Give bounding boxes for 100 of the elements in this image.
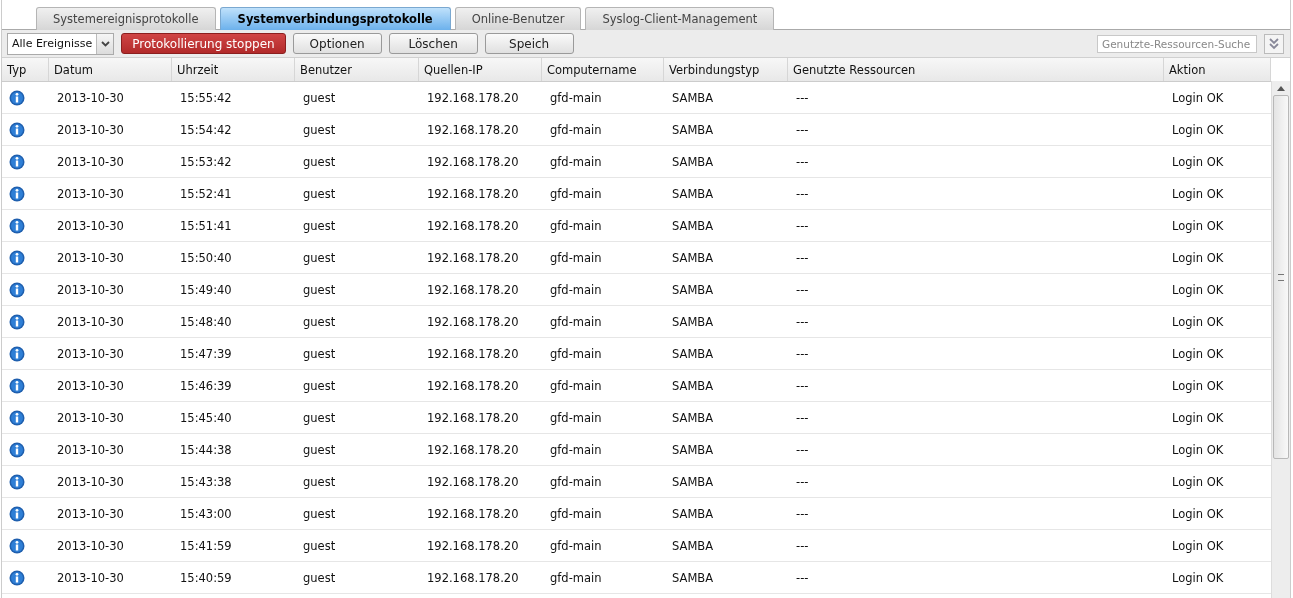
table-cell: guest xyxy=(303,154,336,169)
tab[interactable]: Systemverbindungsprotokolle xyxy=(219,7,451,30)
table-cell: --- xyxy=(796,314,809,329)
column-header[interactable]: Uhrzeit xyxy=(172,58,295,81)
table-cell: 15:52:41 xyxy=(180,186,232,201)
column-header[interactable]: Quellen-IP xyxy=(419,58,542,81)
table-cell: gfd-main xyxy=(550,378,602,393)
info-icon xyxy=(9,474,25,490)
table-cell: 2013-10-30 xyxy=(57,90,124,105)
table-cell: guest xyxy=(303,378,336,393)
table-cell: 192.168.178.20 xyxy=(427,346,519,361)
tab[interactable]: Online-Benutzer xyxy=(454,7,582,30)
table-cell: 2013-10-30 xyxy=(57,314,124,329)
table-cell: SAMBA xyxy=(672,538,714,553)
table-cell: SAMBA xyxy=(672,570,714,585)
table-cell: 2013-10-30 xyxy=(57,410,124,425)
table-cell: --- xyxy=(796,570,809,585)
table-cell: guest xyxy=(303,282,336,297)
table-cell: 2013-10-30 xyxy=(57,378,124,393)
column-header[interactable]: Benutzer xyxy=(295,58,419,81)
scrollbar[interactable] xyxy=(1271,81,1290,598)
column-header[interactable]: Verbindungstyp xyxy=(664,58,788,81)
toolbar-button[interactable]: Löschen xyxy=(388,33,478,54)
table-cell: Login OK xyxy=(1172,186,1224,201)
up-arrow-icon[interactable] xyxy=(1277,86,1285,91)
search-field[interactable]: Genutzte-Ressourcen-Suche xyxy=(1097,34,1257,53)
table-cell: Login OK xyxy=(1172,122,1224,137)
table-cell: 192.168.178.20 xyxy=(427,90,519,105)
table-cell: 192.168.178.20 xyxy=(427,154,519,169)
table-cell: 192.168.178.20 xyxy=(427,474,519,489)
table-cell: --- xyxy=(796,378,809,393)
info-icon xyxy=(9,378,25,394)
table-cell: --- xyxy=(796,186,809,201)
table-cell: 192.168.178.20 xyxy=(427,218,519,233)
table-cell: 2013-10-30 xyxy=(57,250,124,265)
column-header[interactable]: Genutzte Ressourcen xyxy=(788,58,1164,81)
info-icon xyxy=(9,122,25,138)
table-cell: Login OK xyxy=(1172,314,1224,329)
table-cell: gfd-main xyxy=(550,154,602,169)
info-icon xyxy=(9,570,25,586)
table-cell: guest xyxy=(303,250,336,265)
table-cell: Login OK xyxy=(1172,282,1224,297)
toolbar-button[interactable]: Optionen xyxy=(292,33,382,54)
table-cell: 192.168.178.20 xyxy=(427,122,519,137)
table-cell: Login OK xyxy=(1172,410,1224,425)
table-cell: 192.168.178.20 xyxy=(427,570,519,585)
table-cell: gfd-main xyxy=(550,282,602,297)
table-cell: gfd-main xyxy=(550,442,602,457)
scrollbar-thumb[interactable] xyxy=(1273,95,1289,459)
table-cell: 15:47:39 xyxy=(180,346,232,361)
table-cell: SAMBA xyxy=(672,90,714,105)
stop-button[interactable]: Protokollierung stoppen xyxy=(121,33,286,54)
table-cell: 192.168.178.20 xyxy=(427,538,519,553)
table-cell: SAMBA xyxy=(672,218,714,233)
table-cell: 192.168.178.20 xyxy=(427,410,519,425)
table-cell: guest xyxy=(303,90,336,105)
info-icon xyxy=(9,506,25,522)
table-cell: 192.168.178.20 xyxy=(427,186,519,201)
toolbar-button[interactable]: Speich xyxy=(484,33,574,54)
table-cell: --- xyxy=(796,346,809,361)
table-cell: guest xyxy=(303,442,336,457)
double-chevron-icon xyxy=(1268,36,1280,51)
column-header[interactable]: Datum xyxy=(49,58,172,81)
table-cell: Login OK xyxy=(1172,538,1224,553)
table-cell: SAMBA xyxy=(672,378,714,393)
table-cell: --- xyxy=(796,442,809,457)
table-cell: Login OK xyxy=(1172,570,1224,585)
table-cell: 2013-10-30 xyxy=(57,154,124,169)
table-cell: 15:54:42 xyxy=(180,122,232,137)
column-header[interactable]: Aktion xyxy=(1164,58,1271,81)
info-icon xyxy=(9,186,25,202)
tab[interactable]: Systemereignisprotokolle xyxy=(36,7,216,30)
table-cell: --- xyxy=(796,474,809,489)
table-cell: --- xyxy=(796,250,809,265)
filter-dropdown[interactable]: Alle Ereignisse xyxy=(7,32,115,55)
table-cell: 15:50:40 xyxy=(180,250,232,265)
info-icon xyxy=(9,346,25,362)
table-cell: 15:46:39 xyxy=(180,378,232,393)
table-cell: 192.168.178.20 xyxy=(427,378,519,393)
table-cell: SAMBA xyxy=(672,186,714,201)
expand-button[interactable] xyxy=(1264,33,1284,54)
column-header[interactable]: Typ xyxy=(2,58,49,81)
table-cell: --- xyxy=(796,410,809,425)
tab[interactable]: Syslog-Client-Management xyxy=(585,7,775,30)
table-cell: guest xyxy=(303,346,336,361)
table-cell: Login OK xyxy=(1172,154,1224,169)
table-cell: 15:40:59 xyxy=(180,570,232,585)
info-icon xyxy=(9,442,25,458)
table-cell: Login OK xyxy=(1172,442,1224,457)
table-cell: 2013-10-30 xyxy=(57,538,124,553)
info-icon xyxy=(9,154,25,170)
info-icon xyxy=(9,90,25,106)
table-cell: 2013-10-30 xyxy=(57,474,124,489)
table-cell: 2013-10-30 xyxy=(57,122,124,137)
table-cell: guest xyxy=(303,474,336,489)
table-cell: 192.168.178.20 xyxy=(427,250,519,265)
table-cell: gfd-main xyxy=(550,506,602,521)
table-cell: 15:49:40 xyxy=(180,282,232,297)
column-header[interactable]: Computername xyxy=(542,58,664,81)
table-cell: SAMBA xyxy=(672,250,714,265)
